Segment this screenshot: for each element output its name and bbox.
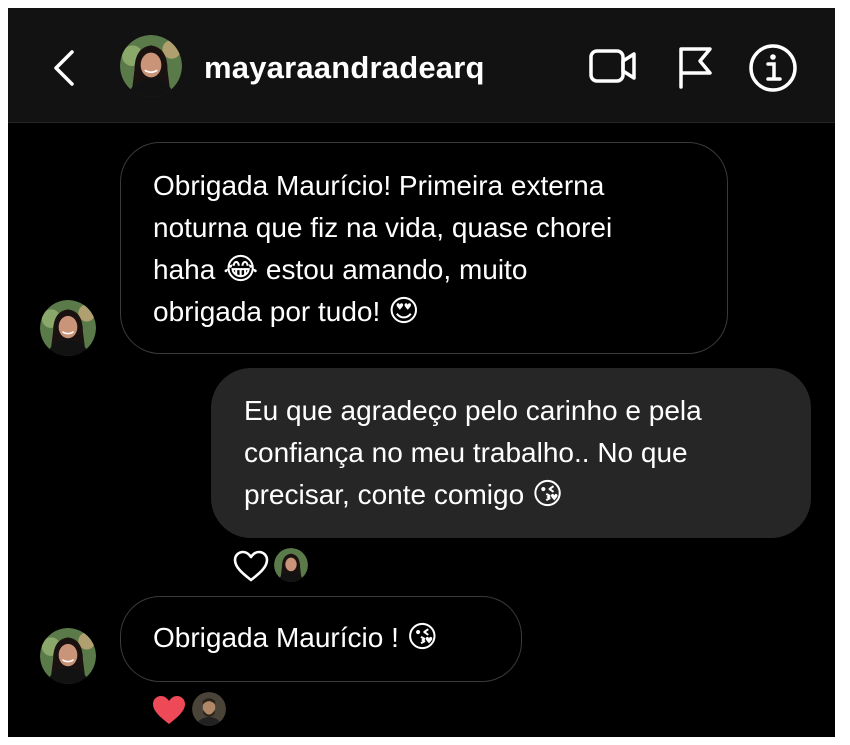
message-bubble-sent[interactable]: Eu que agradeço pelo carinho e pela conf… (211, 368, 811, 538)
message-bubble-received[interactable]: Obrigada Maurício ! 😘 (120, 596, 522, 682)
kiss-emoji: 😘 (531, 477, 564, 512)
profile-photo (40, 300, 96, 356)
message-line: precisar, conte comigo 😘 (244, 474, 778, 516)
message-text: precisar, conte comigo (244, 479, 525, 510)
report-flag-icon[interactable] (676, 45, 716, 89)
laughing-emoji: 😂 (223, 252, 259, 287)
message-line: Obrigada Maurício! Primeira externa (153, 170, 605, 201)
message-line: noturna que fiz na vida, quase chorei (153, 212, 613, 243)
message-line: haha 😂 estou amando, muito (153, 249, 695, 291)
sender-avatar[interactable] (40, 628, 96, 684)
message-text: Obrigada Maurício ! (153, 622, 399, 653)
message-text: obrigada por tudo! (153, 296, 381, 327)
message-line: obrigada por tudo! 😍 (153, 291, 695, 333)
profile-photo (120, 35, 182, 97)
chat-username[interactable]: mayaraandradearq (204, 50, 485, 86)
profile-photo (40, 628, 96, 684)
heart-fill (153, 696, 185, 724)
message-line: Obrigada Maurício ! 😘 (153, 617, 489, 659)
chat-screen: mayaraandradearq Obrigada Maurício! Prim… (8, 8, 835, 737)
message-text: haha (153, 254, 216, 285)
kiss-emoji: 😘 (406, 620, 438, 655)
message-line: confiança no meu trabalho.. No que (244, 437, 688, 468)
info-icon[interactable] (748, 43, 798, 93)
header-avatar[interactable] (120, 35, 182, 97)
sender-avatar[interactable] (40, 300, 96, 356)
back-arrow-icon[interactable] (48, 48, 78, 88)
profile-photo (274, 548, 308, 582)
heart-outline-icon[interactable] (232, 549, 270, 583)
chat-header: mayaraandradearq (8, 8, 835, 123)
video-call-icon[interactable] (588, 46, 638, 86)
reactor-avatar (274, 548, 308, 582)
message-text: estou amando, muito (265, 254, 528, 285)
heart-filled-icon[interactable] (150, 693, 188, 727)
message-line: Eu que agradeço pelo carinho e pela (244, 395, 702, 426)
reactor-avatar (192, 692, 226, 726)
message-bubble-received[interactable]: Obrigada Maurício! Primeira externa notu… (120, 142, 728, 354)
heart-eyes-emoji: 😍 (388, 294, 420, 329)
profile-photo (192, 692, 226, 726)
